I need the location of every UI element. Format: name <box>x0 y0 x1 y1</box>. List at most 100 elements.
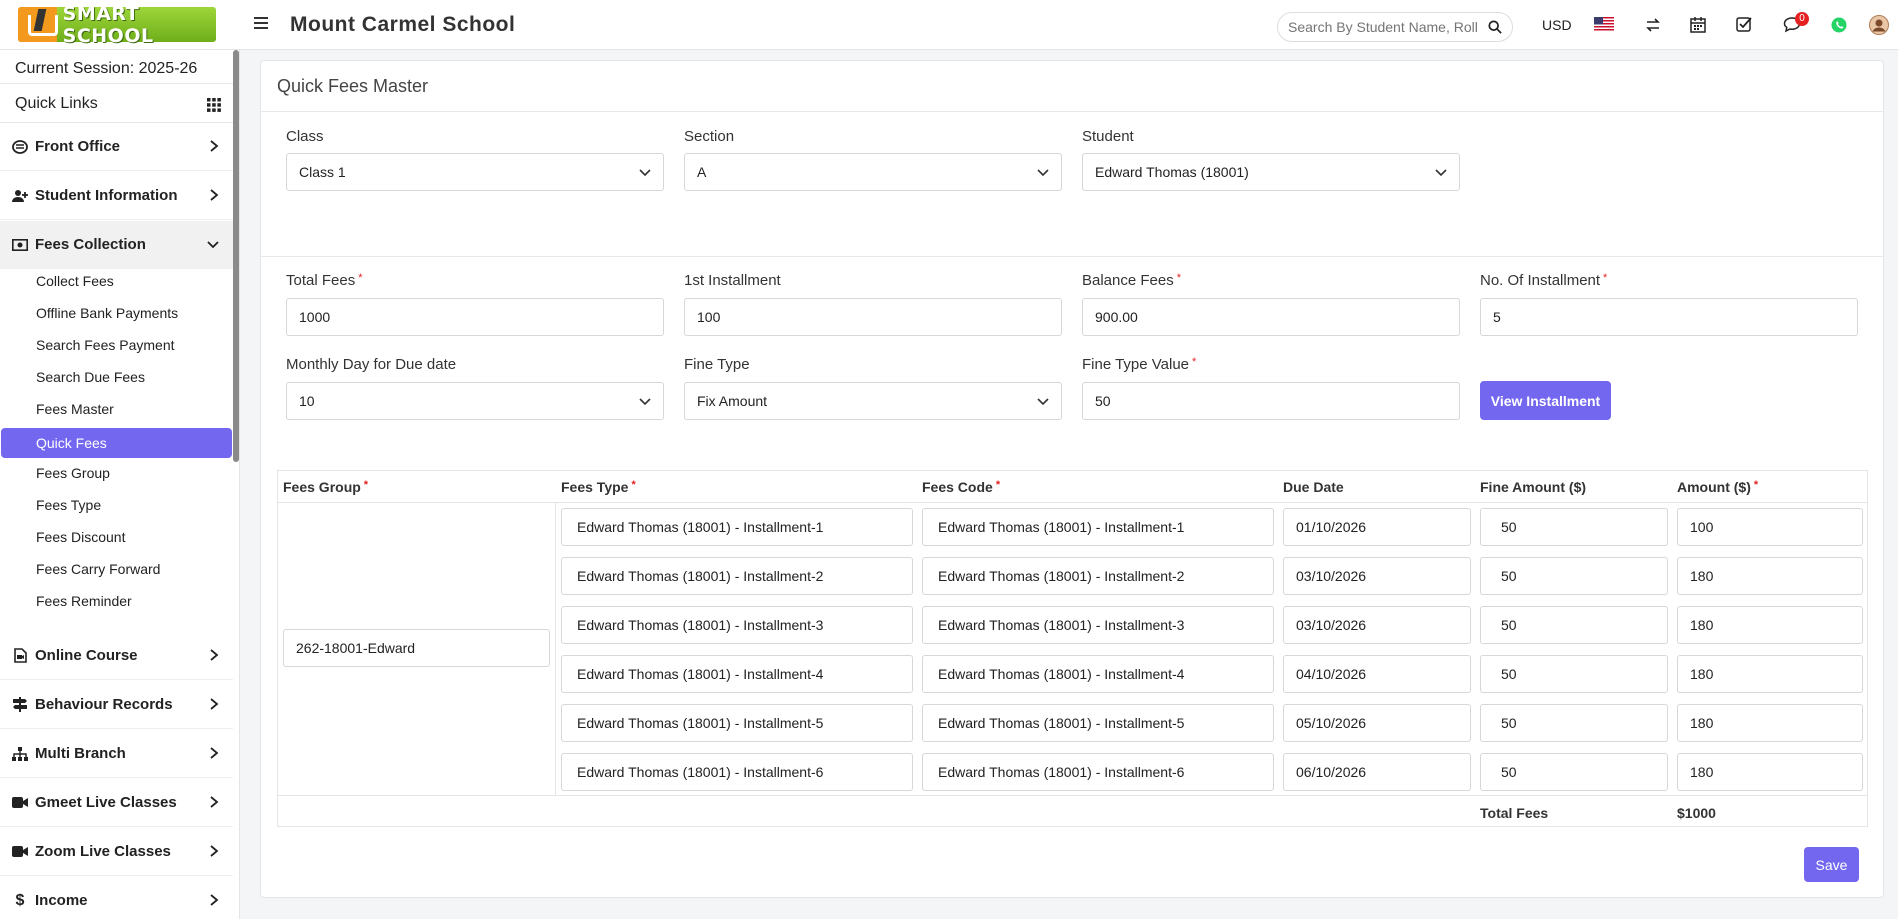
header-fine-amount: Fine Amount ($) <box>1480 479 1587 495</box>
sidebar-item-fees-collection[interactable]: Fees Collection <box>0 221 233 269</box>
sidebar-scrollbar[interactable] <box>233 50 239 462</box>
grid-icon[interactable] <box>207 98 221 112</box>
fine-amount-input-3[interactable]: 50 <box>1480 606 1668 644</box>
calendar-icon[interactable] <box>1690 16 1706 33</box>
chat-notification[interactable]: 0 <box>1783 12 1809 33</box>
fees-type-input-5[interactable]: Edward Thomas (18001) - Installment-5 <box>561 704 913 742</box>
sidebar-sub-fees-group[interactable]: Fees Group <box>1 458 232 488</box>
fees-type-input-4[interactable]: Edward Thomas (18001) - Installment-4 <box>561 655 913 693</box>
user-avatar[interactable] <box>1869 15 1889 35</box>
total-fees-label: Total Fees * <box>286 272 363 289</box>
sidebar-sub-search-fees-payment[interactable]: Search Fees Payment <box>1 330 232 360</box>
no-of-installment-input[interactable]: 5 <box>1480 298 1858 336</box>
fine-type-value-input[interactable]: 50 <box>1082 382 1460 420</box>
monthly-day-select[interactable]: 10 <box>286 382 664 420</box>
sidebar-sub-collect-fees[interactable]: Collect Fees <box>1 266 232 296</box>
quick-links-label: Quick Links <box>15 95 98 112</box>
sidebar-sub-search-due-fees[interactable]: Search Due Fees <box>1 362 232 392</box>
sidebar-item-label: Zoom Live Classes <box>35 843 171 860</box>
sidebar-sub-quick-fees[interactable]: Quick Fees <box>1 428 232 458</box>
due-date-input-4[interactable]: 04/10/2026 <box>1283 655 1471 693</box>
sidebar-sub-fees-type[interactable]: Fees Type <box>1 490 232 520</box>
fees-code-input-5[interactable]: Edward Thomas (18001) - Installment-5 <box>922 704 1274 742</box>
whatsapp-icon[interactable] <box>1831 17 1847 33</box>
fees-code-input-6[interactable]: Edward Thomas (18001) - Installment-6 <box>922 753 1274 791</box>
chevron-right-icon <box>210 845 219 857</box>
total-fees-input[interactable]: 1000 <box>286 298 664 336</box>
switch-icon[interactable] <box>1645 17 1661 33</box>
fine-type-select[interactable]: Fix Amount <box>684 382 1062 420</box>
front-office-icon <box>12 139 28 155</box>
no-of-installment-label: No. Of Installment * <box>1480 272 1608 289</box>
sidebar-sub-fees-master[interactable]: Fees Master <box>1 394 232 424</box>
fees-type-input-2[interactable]: Edward Thomas (18001) - Installment-2 <box>561 557 913 595</box>
sidebar-item-online-course[interactable]: Online Course <box>0 632 233 680</box>
sidebar-sub-offline-bank-payments[interactable]: Offline Bank Payments <box>1 298 232 328</box>
task-checkbox-icon[interactable] <box>1736 16 1752 32</box>
hamburger-menu-icon[interactable] <box>254 17 268 31</box>
logo-text: SMART SCHOOL <box>62 2 154 47</box>
first-installment-input[interactable]: 100 <box>684 298 1062 336</box>
first-installment-label: 1st Installment <box>684 272 781 289</box>
fine-amount-input-5[interactable]: 50 <box>1480 704 1668 742</box>
fees-type-input-3[interactable]: Edward Thomas (18001) - Installment-3 <box>561 606 913 644</box>
us-flag-icon[interactable] <box>1594 17 1614 32</box>
fine-amount-input-4[interactable]: 50 <box>1480 655 1668 693</box>
fees-code-input-1[interactable]: Edward Thomas (18001) - Installment-1 <box>922 508 1274 546</box>
sidebar-item-student-information[interactable]: Student Information <box>0 172 233 220</box>
sidebar-sub-fees-discount[interactable]: Fees Discount <box>1 522 232 552</box>
fees-code-input-4[interactable]: Edward Thomas (18001) - Installment-4 <box>922 655 1274 693</box>
sidebar-item-gmeet-live-classes[interactable]: Gmeet Live Classes <box>0 779 233 827</box>
currency-selector[interactable]: USD <box>1542 14 1572 36</box>
fine-amount-input-1[interactable]: 50 <box>1480 508 1668 546</box>
save-button[interactable]: Save <box>1804 847 1859 882</box>
sidebar-item-label: Behaviour Records <box>35 696 173 713</box>
sidebar-sub-fees-reminder[interactable]: Fees Reminder <box>1 586 232 616</box>
due-date-input-3[interactable]: 03/10/2026 <box>1283 606 1471 644</box>
sidebar-item-behaviour-records[interactable]: Behaviour Records <box>0 681 233 729</box>
amount-input-1[interactable]: 100 <box>1677 508 1863 546</box>
amount-input-3[interactable]: 180 <box>1677 606 1863 644</box>
balance-fees-label: Balance Fees * <box>1082 272 1182 289</box>
sidebar-item-income[interactable]: $ Income <box>0 877 233 919</box>
fine-amount-input-6[interactable]: 50 <box>1480 753 1668 791</box>
dollar-icon: $ <box>15 891 25 909</box>
section-select[interactable]: A <box>684 153 1062 191</box>
installments-table: Fees Group * Fees Type * Fees Code * Due Da… <box>277 470 1868 827</box>
fees-code-input-3[interactable]: Edward Thomas (18001) - Installment-3 <box>922 606 1274 644</box>
amount-input-2[interactable]: 180 <box>1677 557 1863 595</box>
due-date-input-2[interactable]: 03/10/2026 <box>1283 557 1471 595</box>
amount-input-6[interactable]: 180 <box>1677 753 1863 791</box>
sidebar-item-front-office[interactable]: Front Office <box>0 123 233 171</box>
chevron-right-icon <box>210 649 219 661</box>
student-select[interactable]: Edward Thomas (18001) <box>1082 153 1460 191</box>
student-search-box[interactable] <box>1277 12 1513 42</box>
header-fees-type: Fees Type * <box>561 479 636 495</box>
due-date-input-6[interactable]: 06/10/2026 <box>1283 753 1471 791</box>
current-session[interactable]: Current Session: 2025-26 <box>15 60 197 78</box>
fine-amount-input-2[interactable]: 50 <box>1480 557 1668 595</box>
school-logo[interactable]: SMART SCHOOL <box>18 3 216 47</box>
search-icon[interactable] <box>1488 20 1502 34</box>
fees-code-input-2[interactable]: Edward Thomas (18001) - Installment-2 <box>922 557 1274 595</box>
sidebar-item-zoom-live-classes[interactable]: Zoom Live Classes <box>0 828 233 876</box>
balance-fees-input[interactable]: 900.00 <box>1082 298 1460 336</box>
header-amount: Amount ($) * <box>1677 479 1759 495</box>
amount-input-5[interactable]: 180 <box>1677 704 1863 742</box>
due-date-input-5[interactable]: 05/10/2026 <box>1283 704 1471 742</box>
view-installment-button[interactable]: View Installment <box>1480 381 1611 420</box>
chevron-right-icon <box>210 796 219 808</box>
fees-group-input[interactable]: 262-18001-Edward <box>283 629 550 667</box>
sidebar-sub-fees-carry-forward[interactable]: Fees Carry Forward <box>1 554 232 584</box>
fees-type-input-1[interactable]: Edward Thomas (18001) - Installment-1 <box>561 508 913 546</box>
class-select[interactable]: Class 1 <box>286 153 664 191</box>
class-select-value: Class 1 <box>299 164 346 180</box>
chevron-right-icon <box>210 140 219 152</box>
amount-input-4[interactable]: 180 <box>1677 655 1863 693</box>
student-search-input[interactable] <box>1288 19 1478 35</box>
chevron-down-icon <box>1037 398 1049 406</box>
fees-type-input-6[interactable]: Edward Thomas (18001) - Installment-6 <box>561 753 913 791</box>
quick-links[interactable]: Quick Links <box>15 95 221 113</box>
due-date-input-1[interactable]: 01/10/2026 <box>1283 508 1471 546</box>
sidebar-item-multi-branch[interactable]: Multi Branch <box>0 730 233 778</box>
